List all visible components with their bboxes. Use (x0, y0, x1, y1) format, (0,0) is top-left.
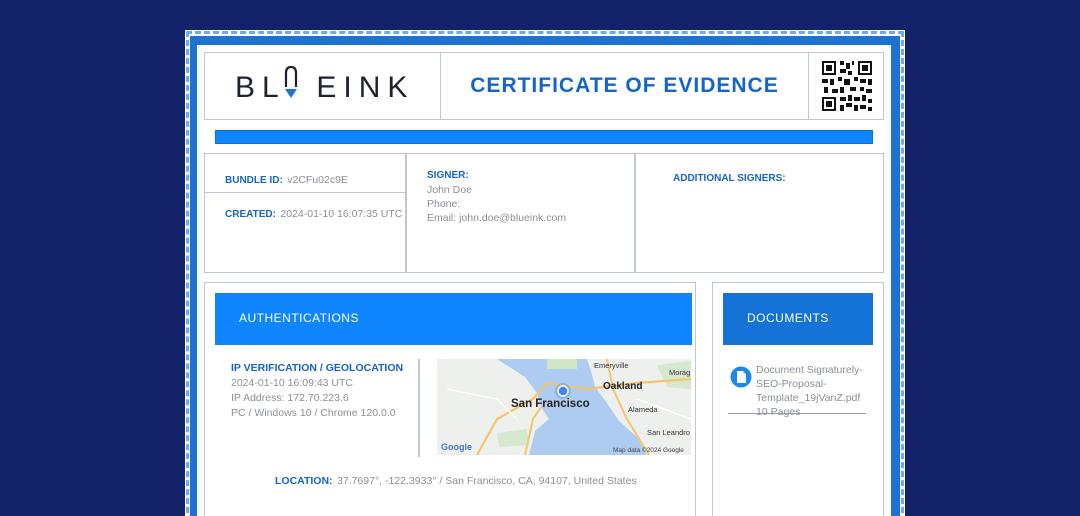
certificate-title-cell: CERTIFICATE OF EVIDENCE (441, 53, 809, 119)
map-label-san-leandro: San Leandro (647, 428, 690, 437)
blueink-logo: BL EINK (235, 71, 415, 104)
signer-phone: Phone: (427, 198, 461, 210)
ip-address: IP Address: 172.70.223.6 (231, 392, 349, 404)
certificate-page: BL EINK CERTIFICATE OF EVIDENCE BUNDLE I… (197, 45, 891, 516)
additional-signers-cell: ADDITIONAL SIGNERS: (636, 154, 883, 272)
authentications-heading: AUTHENTICATIONS (239, 311, 359, 325)
signer-cell: SIGNER: John Doe Phone: Email: john.doe@… (407, 154, 636, 272)
geolocation-map[interactable]: San Francisco Oakland Emeryville Alameda… (437, 359, 691, 455)
map-label-oakland: Oakland (603, 381, 642, 392)
map-image: San Francisco Oakland Emeryville Alameda… (437, 359, 691, 455)
documents-heading: DOCUMENTS (747, 311, 829, 325)
documents-section: DOCUMENTS Document Signaturely-SEO-Propo… (712, 282, 884, 516)
divider (205, 192, 405, 193)
divider (418, 359, 420, 457)
bundle-id-value: v2CFu02c9E (287, 174, 348, 186)
qr-code-cell (809, 53, 885, 119)
map-label-emeryville: Emeryville (594, 361, 629, 370)
created-label: CREATED: (225, 209, 276, 220)
ip-verification-label: IP VERIFICATION / GEOLOCATION (231, 362, 404, 374)
authentications-section: AUTHENTICATIONS IP VERIFICATION / GEOLOC… (204, 282, 696, 516)
additional-signers-label: ADDITIONAL SIGNERS: (673, 173, 786, 184)
documents-header: DOCUMENTS (723, 293, 873, 345)
document-pages: 10 Pages (756, 406, 801, 418)
certificate-header: BL EINK CERTIFICATE OF EVIDENCE (204, 52, 884, 120)
qr-code-icon (820, 59, 874, 113)
created-value: 2024-01-10 16:07:35 UTC (280, 208, 403, 220)
document-link[interactable]: Document Signaturely-SEO-Proposal-Templa… (756, 363, 874, 405)
authentications-header: AUTHENTICATIONS (215, 293, 692, 345)
header-progress-bar (215, 130, 873, 144)
bundle-info-cell: BUNDLE ID: v2CFu02c9E CREATED: 2024-01-1… (205, 154, 407, 272)
map-label-moraga: Morag (669, 368, 690, 377)
signer-name: John Doe (427, 184, 472, 196)
map-attribution: Map data ©2024 Google (613, 446, 684, 454)
pen-nib-icon (284, 65, 298, 98)
page-title: CERTIFICATE OF EVIDENCE (470, 74, 779, 97)
ip-verification-block: IP VERIFICATION / GEOLOCATION 2024-01-10… (231, 361, 403, 421)
google-logo: Google (441, 442, 472, 452)
signer-email: Email: john.doe@blueink.com (427, 212, 567, 224)
bundle-id-label: BUNDLE ID: (225, 175, 283, 186)
map-label-alameda: Alameda (628, 405, 658, 414)
document-icon (730, 366, 752, 388)
map-label-san-francisco: San Francisco (511, 398, 590, 410)
bundle-id: BUNDLE ID: v2CFu02c9E (225, 170, 348, 188)
signer-info: SIGNER: John Doe Phone: Email: john.doe@… (427, 169, 566, 225)
device-info: PC / Windows 10 / Chrome 120.0.0 (231, 407, 396, 419)
logo-cell: BL EINK (205, 53, 441, 119)
auth-timestamp: 2024-01-10 16:09:43 UTC (231, 377, 353, 389)
location-line: LOCATION: 37.7697°, -122.3933° / San Fra… (275, 471, 637, 489)
signer-label: SIGNER: (427, 170, 469, 181)
location-label: LOCATION: (275, 475, 333, 487)
location-value: 37.7697°, -122.3933° / San Francisco, CA… (337, 475, 637, 487)
created-date: CREATED: 2024-01-10 16:07:35 UTC (225, 204, 402, 222)
bundle-info-section: BUNDLE ID: v2CFu02c9E CREATED: 2024-01-1… (204, 153, 884, 273)
